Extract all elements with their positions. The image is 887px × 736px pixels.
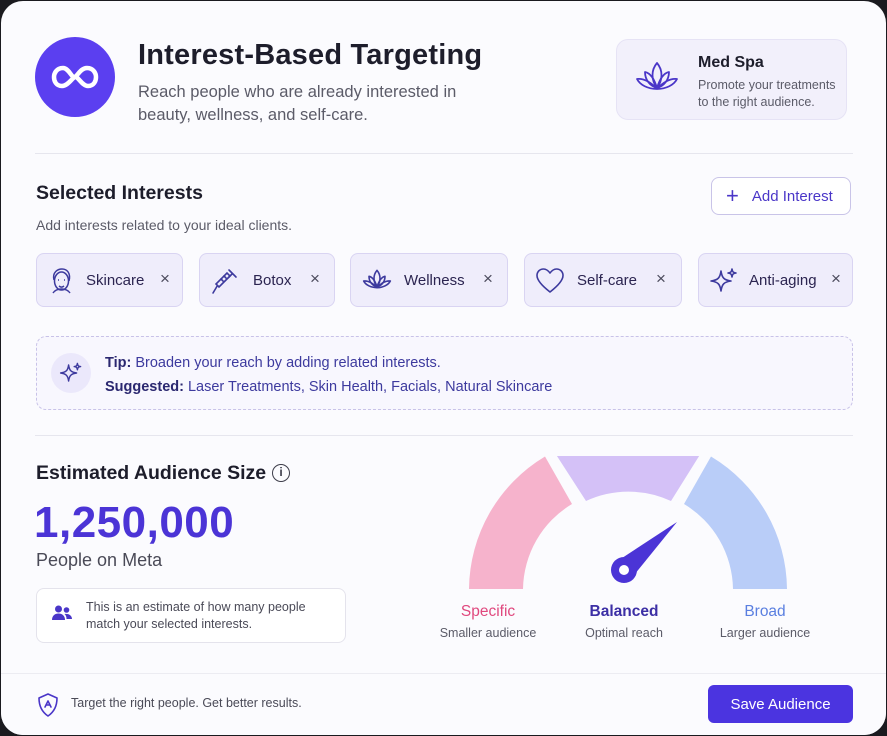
suggestion-link[interactable]: Laser Treatments: [188, 379, 301, 395]
interest-chip-self-care[interactable]: Self-care ×: [524, 253, 682, 307]
interest-chip-skincare[interactable]: Skincare ×: [36, 253, 183, 307]
estimate-note-text: This is an estimate of how many people m…: [86, 600, 306, 631]
gauge-label-broad: Broad: [744, 603, 786, 620]
heart-icon: [535, 266, 565, 301]
plus-icon: +: [726, 183, 739, 208]
sparkle-icon: [51, 353, 91, 393]
selected-interests-subtitle: Add interests related to your ideal clie…: [36, 217, 293, 233]
gauge-segment-broad: [684, 456, 787, 589]
tip-box: Tip: Broaden your reach by adding relate…: [36, 336, 853, 410]
syringe-icon: [210, 266, 240, 301]
gauge-label-balanced: Balanced: [589, 603, 659, 620]
save-audience-button[interactable]: Save Audience: [708, 685, 853, 723]
suggestion-link[interactable]: Skin Health: [309, 379, 383, 395]
chip-label: Self-care: [577, 272, 638, 289]
meta-logo-icon: [35, 37, 115, 117]
chip-label: Anti-aging: [749, 272, 817, 289]
targeting-card: Interest-Based Targeting Reach people wh…: [1, 1, 886, 735]
business-name: Med Spa: [698, 54, 764, 71]
suggestions: Suggested: Laser Treatments, Skin Health…: [105, 379, 553, 395]
chip-label: Botox: [253, 272, 292, 289]
suggestion-link[interactable]: Natural Skincare: [445, 379, 552, 395]
interest-chip-wellness[interactable]: Wellness ×: [350, 253, 508, 307]
lotus-icon: [361, 266, 393, 301]
page-title: Interest-Based Targeting: [138, 39, 483, 71]
info-icon[interactable]: i: [272, 464, 290, 482]
audience-title: Estimated Audience Size: [36, 462, 267, 484]
interest-chip-anti-aging[interactable]: Anti-aging ×: [698, 253, 853, 307]
audience-gauge: [469, 456, 787, 589]
interest-chip-botox[interactable]: Botox ×: [199, 253, 335, 307]
tip-text: Tip: Broaden your reach by adding relate…: [105, 355, 441, 371]
business-description: Promote your treatments to the right aud…: [698, 78, 836, 109]
add-interest-button[interactable]: + Add Interest: [711, 177, 851, 215]
add-interest-label: Add Interest: [751, 187, 833, 205]
people-icon: [51, 603, 73, 628]
audience-size: 1,250,000: [34, 498, 235, 547]
gauge-segment-balanced: [556, 456, 700, 501]
estimate-note: This is an estimate of how many people m…: [36, 588, 346, 643]
gauge-sub-specific: Smaller audience: [439, 626, 537, 640]
face-icon: [47, 266, 75, 301]
suggestion-link[interactable]: Facials: [391, 379, 437, 395]
page-subtitle: Reach people who are already interested …: [138, 83, 457, 124]
remove-chip-icon[interactable]: ×: [310, 269, 320, 289]
tip-body: Broaden your reach by adding related int…: [135, 355, 441, 371]
suggested-label: Suggested:: [105, 379, 184, 395]
tip-label: Tip:: [105, 355, 132, 371]
shield-icon: [37, 692, 59, 723]
gauge-sub-balanced: Optimal reach: [585, 626, 663, 640]
remove-chip-icon[interactable]: ×: [831, 269, 841, 289]
audience-unit: People on Meta: [36, 550, 163, 570]
remove-chip-icon[interactable]: ×: [483, 269, 493, 289]
chip-label: Wellness: [404, 272, 465, 289]
lotus-icon: [633, 58, 681, 105]
divider: [35, 153, 853, 154]
remove-chip-icon[interactable]: ×: [160, 269, 170, 289]
remove-chip-icon[interactable]: ×: [656, 269, 666, 289]
selected-interests-title: Selected Interests: [36, 182, 203, 204]
divider: [35, 435, 853, 436]
business-card: Med Spa Promote your treatments to the r…: [616, 39, 847, 120]
gauge-label-specific: Specific: [460, 603, 516, 620]
chip-label: Skincare: [86, 272, 145, 289]
sparkle-icon: [709, 266, 739, 301]
gauge-sub-broad: Larger audience: [719, 626, 811, 640]
gauge-segment-specific: [469, 456, 572, 589]
footer: Target the right people. Get better resu…: [1, 673, 886, 735]
footer-tagline: Target the right people. Get better resu…: [71, 696, 302, 710]
